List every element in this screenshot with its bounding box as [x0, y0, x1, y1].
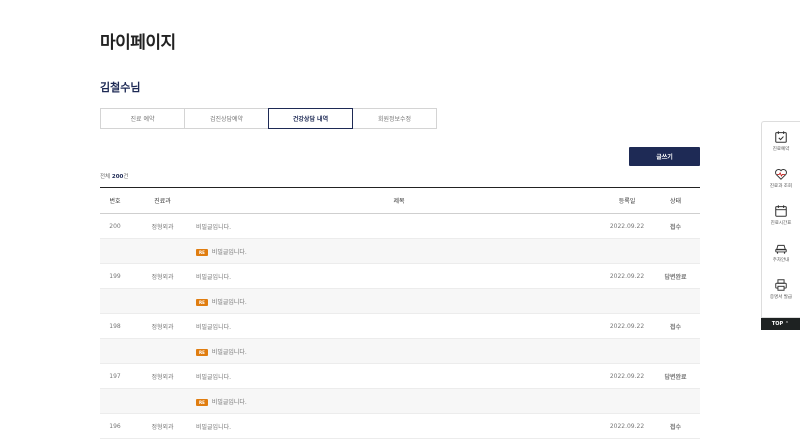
row-title[interactable]: 비밀글입니다. [195, 314, 603, 339]
reply-row[interactable]: RE 비밀글입니다. [100, 338, 700, 364]
reply-badge: RE [196, 398, 208, 406]
header-no: 번호 [100, 187, 130, 214]
row-date: 2022.09.22 [609, 372, 645, 380]
reply-title[interactable]: 비밀글입니다. [212, 349, 247, 356]
status-badge: 접수 [669, 223, 682, 231]
reply-row[interactable]: RE 비밀글입니다. [100, 238, 700, 264]
reply-badge: RE [196, 298, 208, 306]
status-badge: 답변완료 [664, 273, 687, 281]
header-status: 상태 [651, 187, 700, 214]
tab-appointment[interactable]: 진료 예약 [100, 108, 185, 129]
quick-parking[interactable]: 주차안내 [762, 233, 800, 270]
quick-label: 진료예약 [772, 146, 790, 152]
calendar-icon [775, 204, 787, 217]
row-date: 2022.09.22 [609, 422, 645, 430]
reply-title[interactable]: 비밀글입니다. [212, 399, 247, 406]
printer-icon [775, 278, 787, 291]
row-title[interactable]: 비밀글입니다. [195, 414, 603, 439]
quick-appointment[interactable]: 진료예약 [762, 122, 800, 159]
reply-badge: RE [196, 348, 208, 356]
row-no: 200 [109, 222, 121, 230]
quick-schedule[interactable]: 진료시간표 [762, 196, 800, 233]
row-dept: 정형외과 [151, 373, 174, 381]
consult-table: 번호 진료과 제목 등록일 상태 200 정형외과 비밀글입니다. 2022.0… [100, 187, 700, 439]
row-date: 2022.09.22 [609, 222, 645, 230]
row-title[interactable]: 비밀글입니다. [195, 364, 603, 389]
total-suffix: 건 [123, 174, 129, 180]
header-title: 제목 [195, 187, 603, 214]
table-row[interactable]: 196 정형외과 비밀글입니다. 2022.09.22 접수 [100, 414, 700, 439]
status-badge: 접수 [669, 323, 682, 331]
row-no: 198 [109, 322, 121, 330]
tab-health-consult-history[interactable]: 건강상담 내역 [268, 108, 353, 129]
quick-label: 진료시간표 [770, 220, 792, 226]
table-row[interactable]: 197 정형외과 비밀글입니다. 2022.09.22 답변완료 [100, 364, 700, 389]
row-dept: 정형외과 [151, 273, 174, 281]
quick-label: 진료과 조회 [769, 183, 793, 189]
table-row[interactable]: 200 정형외과 비밀글입니다. 2022.09.22 접수 [100, 214, 700, 239]
car-icon [775, 244, 787, 254]
page-title: 마이페이지 [100, 33, 176, 53]
table-row[interactable]: 199 정형외과 비밀글입니다. 2022.09.22 답변완료 [100, 264, 700, 289]
header-dept: 진료과 [130, 187, 195, 214]
tab-checkup-consult[interactable]: 검진상담예약 [184, 108, 269, 129]
quick-menu: 진료예약 진료과 조회 진료시간표 주차안내 증명서 발급 [761, 121, 800, 318]
table-row[interactable]: 198 정형외과 비밀글입니다. 2022.09.22 접수 [100, 314, 700, 339]
quick-label: 증명서 발급 [769, 294, 793, 300]
row-title[interactable]: 비밀글입니다. [195, 214, 603, 239]
tab-edit-profile[interactable]: 회원정보수정 [352, 108, 437, 129]
row-no: 199 [109, 272, 121, 280]
row-dept: 정형외과 [151, 223, 174, 231]
calendar-check-icon [775, 130, 787, 143]
reply-badge: RE [196, 248, 208, 256]
reply-row[interactable]: RE 비밀글입니다. [100, 388, 700, 414]
row-date: 2022.09.22 [609, 322, 645, 330]
row-dept: 정형외과 [151, 323, 174, 331]
quick-dept-search[interactable]: 진료과 조회 [762, 159, 800, 196]
row-no: 197 [109, 372, 121, 380]
status-badge: 답변완료 [664, 373, 687, 381]
row-title[interactable]: 비밀글입니다. [195, 264, 603, 289]
quick-label: 주차안내 [772, 257, 790, 263]
mypage-tabs: 진료 예약 검진상담예약 건강상담 내역 회원정보수정 [100, 108, 437, 129]
status-badge: 접수 [669, 423, 682, 431]
row-no: 196 [109, 422, 121, 430]
reply-title[interactable]: 비밀글입니다. [212, 299, 247, 306]
write-button[interactable]: 글쓰기 [629, 147, 700, 166]
row-dept: 정형외과 [151, 423, 174, 431]
quick-certificate[interactable]: 증명서 발급 [762, 270, 800, 307]
heart-pulse-icon [775, 168, 787, 180]
row-date: 2022.09.22 [609, 272, 645, 280]
scroll-top-button[interactable]: TOP ⌃ [761, 318, 800, 330]
reply-title[interactable]: 비밀글입니다. [212, 249, 247, 256]
total-number: 200 [111, 174, 124, 180]
header-date: 등록일 [603, 187, 651, 214]
total-prefix: 전체 [100, 174, 111, 180]
total-count: 전체 200건 [100, 172, 128, 180]
user-name: 김철수님 [100, 81, 141, 94]
table-header-row: 번호 진료과 제목 등록일 상태 [100, 187, 700, 214]
reply-row[interactable]: RE 비밀글입니다. [100, 288, 700, 314]
